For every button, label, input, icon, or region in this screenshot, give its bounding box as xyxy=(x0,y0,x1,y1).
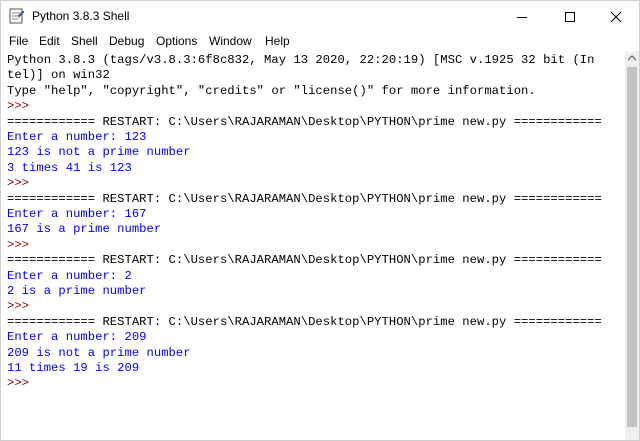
shell-text-area[interactable]: Python 3.8.3 (tags/v3.8.3:6f8c832, May 1… xyxy=(1,51,625,440)
close-icon xyxy=(610,11,622,22)
shell-line: 209 is not a prime number xyxy=(7,345,191,360)
shell-prompt: >>> xyxy=(7,176,30,191)
menu-shell[interactable]: Shell xyxy=(71,34,98,48)
shell-line: 123 is not a prime number xyxy=(7,145,191,160)
shell-line: Enter a number: 209 xyxy=(7,330,147,345)
shell-line: 2 is a prime number xyxy=(7,284,147,298)
shell-line: ============ RESTART: C:\Users\RAJARAMAN… xyxy=(7,191,602,206)
maximize-button[interactable] xyxy=(547,1,593,32)
shell-line: Python 3.8.3 (tags/v3.8.3:6f8c832, May 1… xyxy=(7,53,595,67)
window-title: Python 3.8.3 Shell xyxy=(32,9,130,23)
menu-edit[interactable]: Edit xyxy=(39,34,60,48)
menu-help[interactable]: Help xyxy=(265,34,290,48)
menu-bar: File Edit Shell Debug Options Window Hel… xyxy=(1,32,639,51)
shell-line: Enter a number: 123 xyxy=(7,130,147,144)
close-button[interactable] xyxy=(593,1,639,32)
menu-options[interactable]: Options xyxy=(156,34,197,48)
shell-line: ============ RESTART: C:\Users\RAJARAMAN… xyxy=(7,114,602,129)
shell-line: Enter a number: 2 xyxy=(7,268,132,283)
minimize-icon xyxy=(517,16,527,18)
shell-prompt: >>> xyxy=(7,99,30,114)
vertical-scrollbar[interactable] xyxy=(625,51,639,440)
shell-line: Type "help", "copyright", "credits" or "… xyxy=(7,83,536,98)
scroll-up-button[interactable] xyxy=(625,51,639,65)
shell-line: ============ RESTART: C:\Users\RAJARAMAN… xyxy=(7,314,602,329)
shell-line: tel)] on win32 xyxy=(7,68,110,83)
chevron-up-icon xyxy=(628,55,636,61)
scrollbar-thumb[interactable] xyxy=(627,67,637,427)
python-idle-icon xyxy=(9,8,25,24)
menu-debug[interactable]: Debug xyxy=(109,34,144,48)
shell-line: ============ RESTART: C:\Users\RAJARAMAN… xyxy=(7,253,602,268)
shell-line: Enter a number: 167 xyxy=(7,207,147,221)
title-bar[interactable]: Python 3.8.3 Shell xyxy=(1,1,639,32)
shell-line: 167 is a prime number xyxy=(7,222,162,237)
minimize-button[interactable] xyxy=(499,1,545,32)
shell-line: 11 times 19 is 209 xyxy=(7,361,140,375)
maximize-icon xyxy=(565,11,575,22)
menu-window[interactable]: Window xyxy=(209,34,252,48)
shell-line: 3 times 41 is 123 xyxy=(7,160,132,175)
menu-file[interactable]: File xyxy=(9,34,28,48)
idle-shell-window: Python 3.8.3 Shell File Edit Shell Debug… xyxy=(0,0,640,441)
shell-prompt: >>> xyxy=(7,376,30,391)
shell-prompt: >>> xyxy=(7,299,30,314)
shell-prompt: >>> xyxy=(7,237,30,252)
